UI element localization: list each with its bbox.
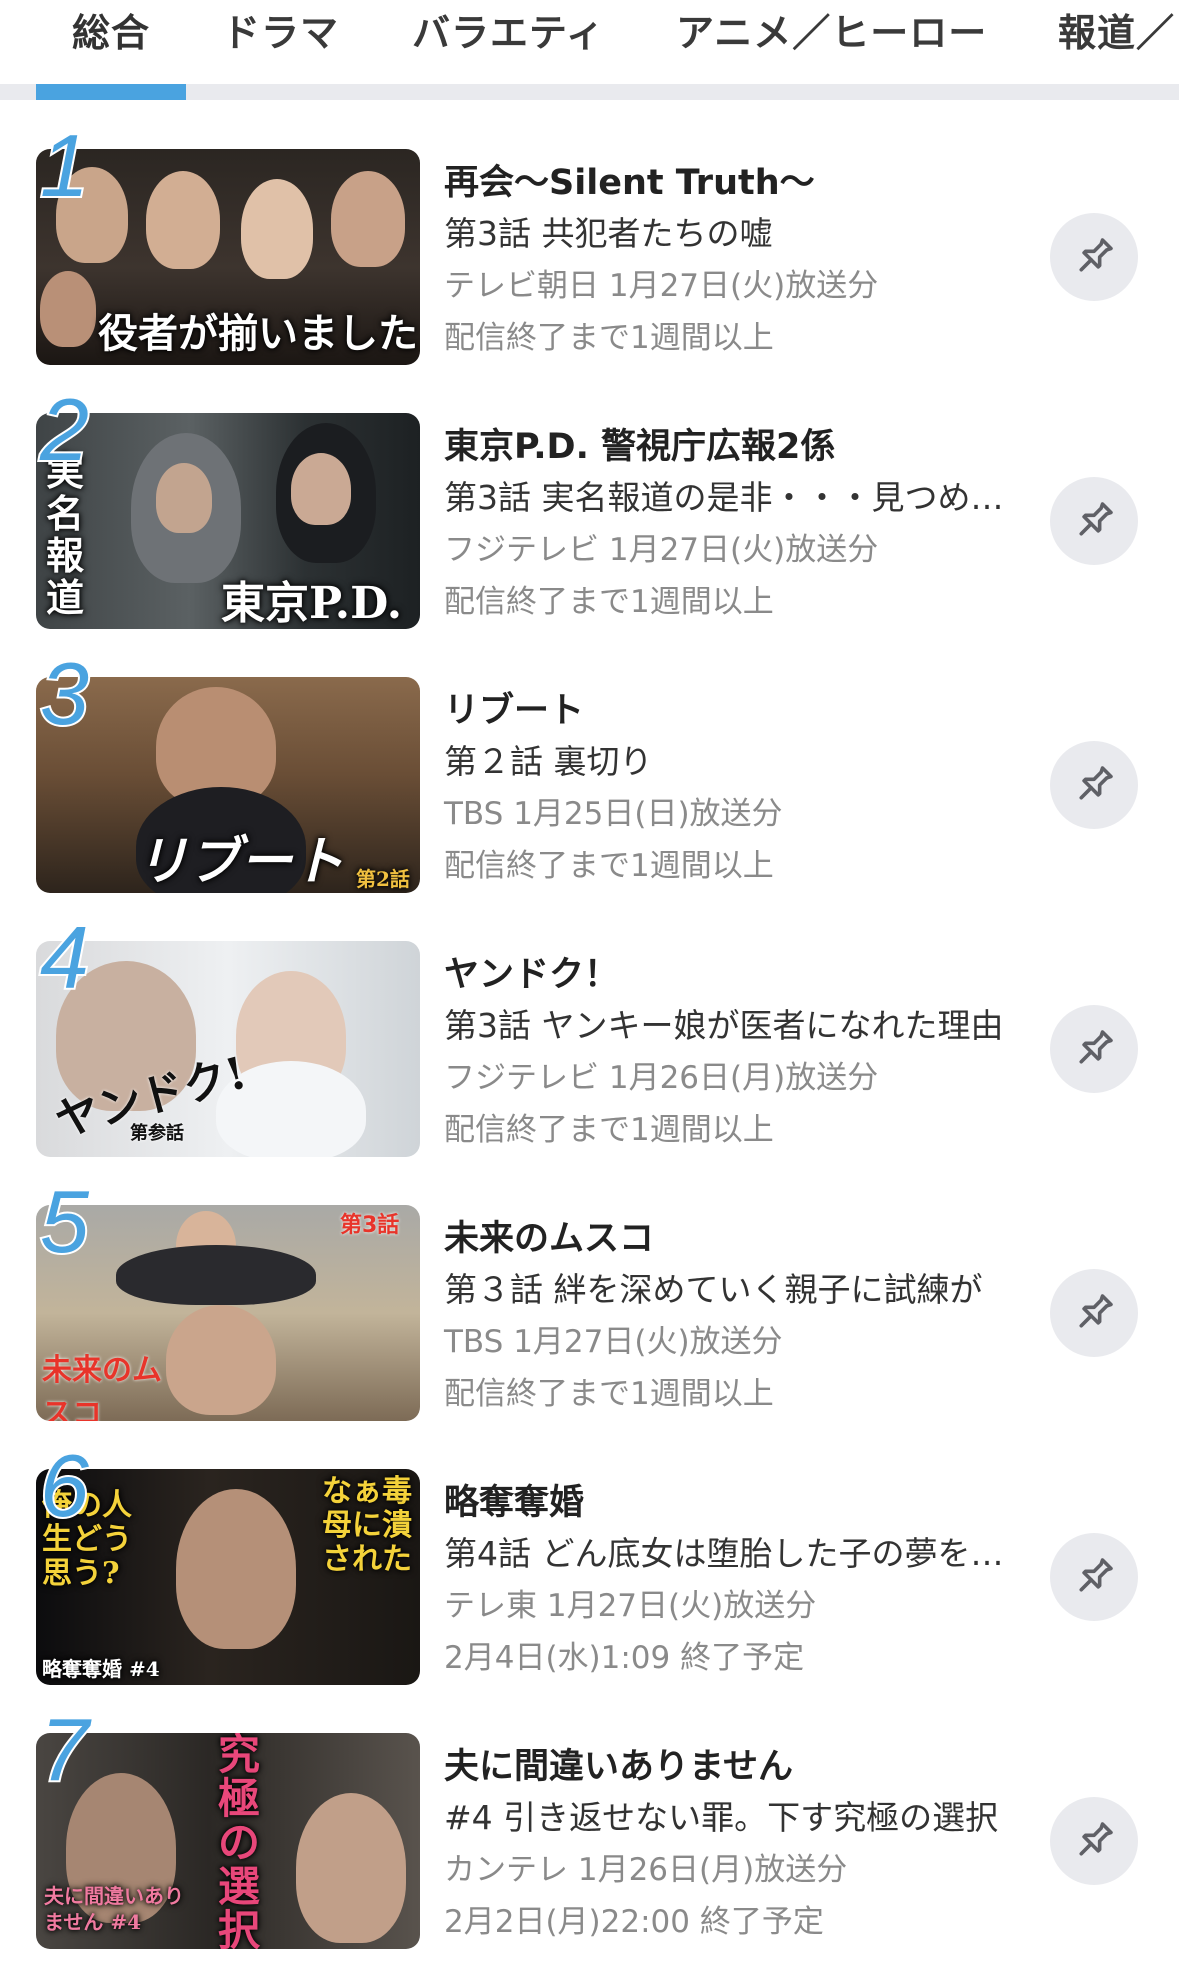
list-item[interactable]: 未来のムスコ 第3話 5 未来のムスコ 第３話 絆を深めていく親子に試練が TB…	[0, 1156, 1179, 1421]
broadcast-info: フジテレビ 1月26日(月)放送分	[444, 1060, 879, 1096]
broadcast-info: TBS 1月25日(日)放送分	[444, 796, 783, 832]
episode-title: 第３話 絆を深めていく親子に試練が	[444, 1270, 983, 1309]
rank-number: 4	[38, 908, 91, 1007]
rank-number: 5	[38, 1172, 91, 1271]
tab-general[interactable]: 総合	[72, 2, 150, 57]
list-item[interactable]: リブート 第2話 3 リブート 第２話 裏切り TBS 1月25日(日)放送分 …	[0, 628, 1179, 893]
episode-title: 第4話 どん底女は堕胎した子の夢を見る	[444, 1534, 1024, 1573]
expiry-info: 配信終了まで1週間以上	[444, 320, 774, 356]
pin-icon	[1079, 238, 1113, 272]
program-title: 未来のムスコ	[444, 1219, 655, 1259]
thumbnail-episode-label: 第2話	[356, 867, 410, 891]
broadcast-info: カンテレ 1月26日(月)放送分	[444, 1852, 848, 1888]
program-title: 略奪奪婚	[444, 1483, 585, 1523]
episode-title: 第２話 裏切り	[444, 742, 653, 781]
expiry-info: 配信終了まで1週間以上	[444, 584, 774, 620]
category-tabs: 総合 ドラマ バラエティ アニメ／ヒーロー 報道／	[0, 0, 1179, 100]
thumbnail[interactable]: 実名報道 東京P.D.	[36, 413, 420, 629]
thumbnail-episode-label: 第3話	[340, 1213, 400, 1238]
list-item[interactable]: 俺の人生どう思う? なぁ毒母に潰された 略奪奪婚 #4 6 略奪奪婚 第4話 ど…	[0, 1420, 1179, 1685]
expiry-info: 2月4日(水)1:09 終了予定	[444, 1640, 805, 1676]
item-info: 東京P.D. 警視庁広報2係 第3話 実名報道の是非・・・見つめ直す報道のあり方…	[444, 422, 1024, 628]
rank-number: 6	[38, 1436, 91, 1535]
rank-number: 2	[38, 380, 91, 479]
tab-anime-hero[interactable]: アニメ／ヒーロー	[676, 2, 987, 57]
thumbnail-caption: 東京P.D.	[221, 578, 403, 629]
expiry-info: 2月2日(月)22:00 終了予定	[444, 1904, 824, 1940]
pin-button[interactable]	[1050, 213, 1138, 301]
thumbnail-episode-label: 略奪奪婚 #4	[42, 1657, 160, 1681]
episode-title: 第3話 共犯者たちの嘘	[444, 214, 773, 253]
pin-button[interactable]	[1050, 477, 1138, 565]
pin-button[interactable]	[1050, 1533, 1138, 1621]
item-info: 略奪奪婚 第4話 どん底女は堕胎した子の夢を見る テレ東 1月27日(火)放送分…	[444, 1478, 1024, 1684]
pin-icon	[1079, 1822, 1113, 1856]
list-item[interactable]: ヤンドク! 第参話 4 ヤンドク！ 第3話 ヤンキー娘が医者になれた理由 フジテ…	[0, 892, 1179, 1157]
item-info: 夫に間違いありません #4 引き返せない罪。下す究極の選択 カンテレ 1月26日…	[444, 1742, 1024, 1948]
pin-icon	[1079, 502, 1113, 536]
item-info: 再会〜Silent Truth〜 第3話 共犯者たちの嘘 テレビ朝日 1月27日…	[444, 158, 1024, 364]
pin-icon	[1079, 1558, 1113, 1592]
list-item[interactable]: 役者が揃いましたね 1 再会〜Silent Truth〜 第3話 共犯者たちの嘘…	[0, 100, 1179, 365]
thumbnail[interactable]: 未来のムスコ 第3話	[36, 1205, 420, 1421]
pin-button[interactable]	[1050, 1005, 1138, 1093]
item-info: ヤンドク！ 第3話 ヤンキー娘が医者になれた理由 フジテレビ 1月26日(月)放…	[444, 950, 1024, 1156]
broadcast-info: TBS 1月27日(火)放送分	[444, 1324, 783, 1360]
thumbnail-caption-small: 夫に間違いありません #4	[44, 1884, 184, 1934]
thumbnail-caption-right: なぁ毒母に潰された	[322, 1474, 412, 1577]
tab-news[interactable]: 報道／	[1058, 2, 1175, 57]
thumbnail[interactable]: 究極の選択 夫に間違いありません #4	[36, 1733, 420, 1949]
thumbnail[interactable]: ヤンドク! 第参話	[36, 941, 420, 1157]
pin-icon	[1079, 1294, 1113, 1328]
thumbnail[interactable]: リブート 第2話	[36, 677, 420, 893]
thumbnail[interactable]: 役者が揃いましたね	[36, 149, 420, 365]
expiry-info: 配信終了まで1週間以上	[444, 848, 774, 884]
pin-button[interactable]	[1050, 1269, 1138, 1357]
pin-icon	[1079, 1030, 1113, 1064]
pin-icon	[1079, 766, 1113, 800]
program-title: 再会〜Silent Truth〜	[444, 163, 815, 203]
thumbnail-caption: 役者が揃いましたね	[98, 310, 418, 357]
pin-button[interactable]	[1050, 1797, 1138, 1885]
program-title: 夫に間違いありません	[444, 1747, 793, 1787]
item-info: 未来のムスコ 第３話 絆を深めていく親子に試練が TBS 1月27日(火)放送分…	[444, 1214, 1024, 1420]
broadcast-info: テレ東 1月27日(火)放送分	[444, 1588, 817, 1624]
broadcast-info: テレビ朝日 1月27日(火)放送分	[444, 268, 879, 304]
episode-title: 第3話 実名報道の是非・・・見つめ直す報道のあり方	[444, 478, 1024, 517]
thumbnail-caption: リブート	[136, 831, 345, 892]
thumbnail[interactable]: 俺の人生どう思う? なぁ毒母に潰された 略奪奪婚 #4	[36, 1469, 420, 1685]
program-title: リブート	[444, 691, 585, 731]
tab-active-indicator	[36, 84, 186, 100]
episode-title: 第3話 ヤンキー娘が医者になれた理由	[444, 1006, 1004, 1045]
expiry-info: 配信終了まで1週間以上	[444, 1112, 774, 1148]
rank-number: 3	[38, 644, 91, 743]
thumbnail-caption: 究極の選択	[218, 1733, 261, 1949]
tab-variety[interactable]: バラエティ	[412, 2, 605, 57]
expiry-info: 配信終了まで1週間以上	[444, 1376, 774, 1412]
list-item[interactable]: 実名報道 東京P.D. 2 東京P.D. 警視庁広報2係 第3話 実名報道の是非…	[0, 364, 1179, 629]
thumbnail-caption: 未来のムスコ	[42, 1353, 162, 1421]
episode-title: #4 引き返せない罪。下す究極の選択	[444, 1798, 999, 1837]
rank-number: 1	[38, 116, 91, 215]
program-title: 東京P.D. 警視庁広報2係	[444, 427, 836, 467]
thumbnail-episode-label: 第参話	[130, 1123, 184, 1144]
item-info: リブート 第２話 裏切り TBS 1月25日(日)放送分 配信終了まで1週間以上	[444, 686, 1024, 892]
tab-drama[interactable]: ドラマ	[222, 2, 339, 57]
rank-number: 7	[38, 1700, 91, 1799]
program-title: ヤンドク！	[444, 955, 620, 995]
list-item[interactable]: 究極の選択 夫に間違いありません #4 7 夫に間違いありません #4 引き返せ…	[0, 1684, 1179, 1949]
pin-button[interactable]	[1050, 741, 1138, 829]
broadcast-info: フジテレビ 1月27日(火)放送分	[444, 532, 879, 568]
